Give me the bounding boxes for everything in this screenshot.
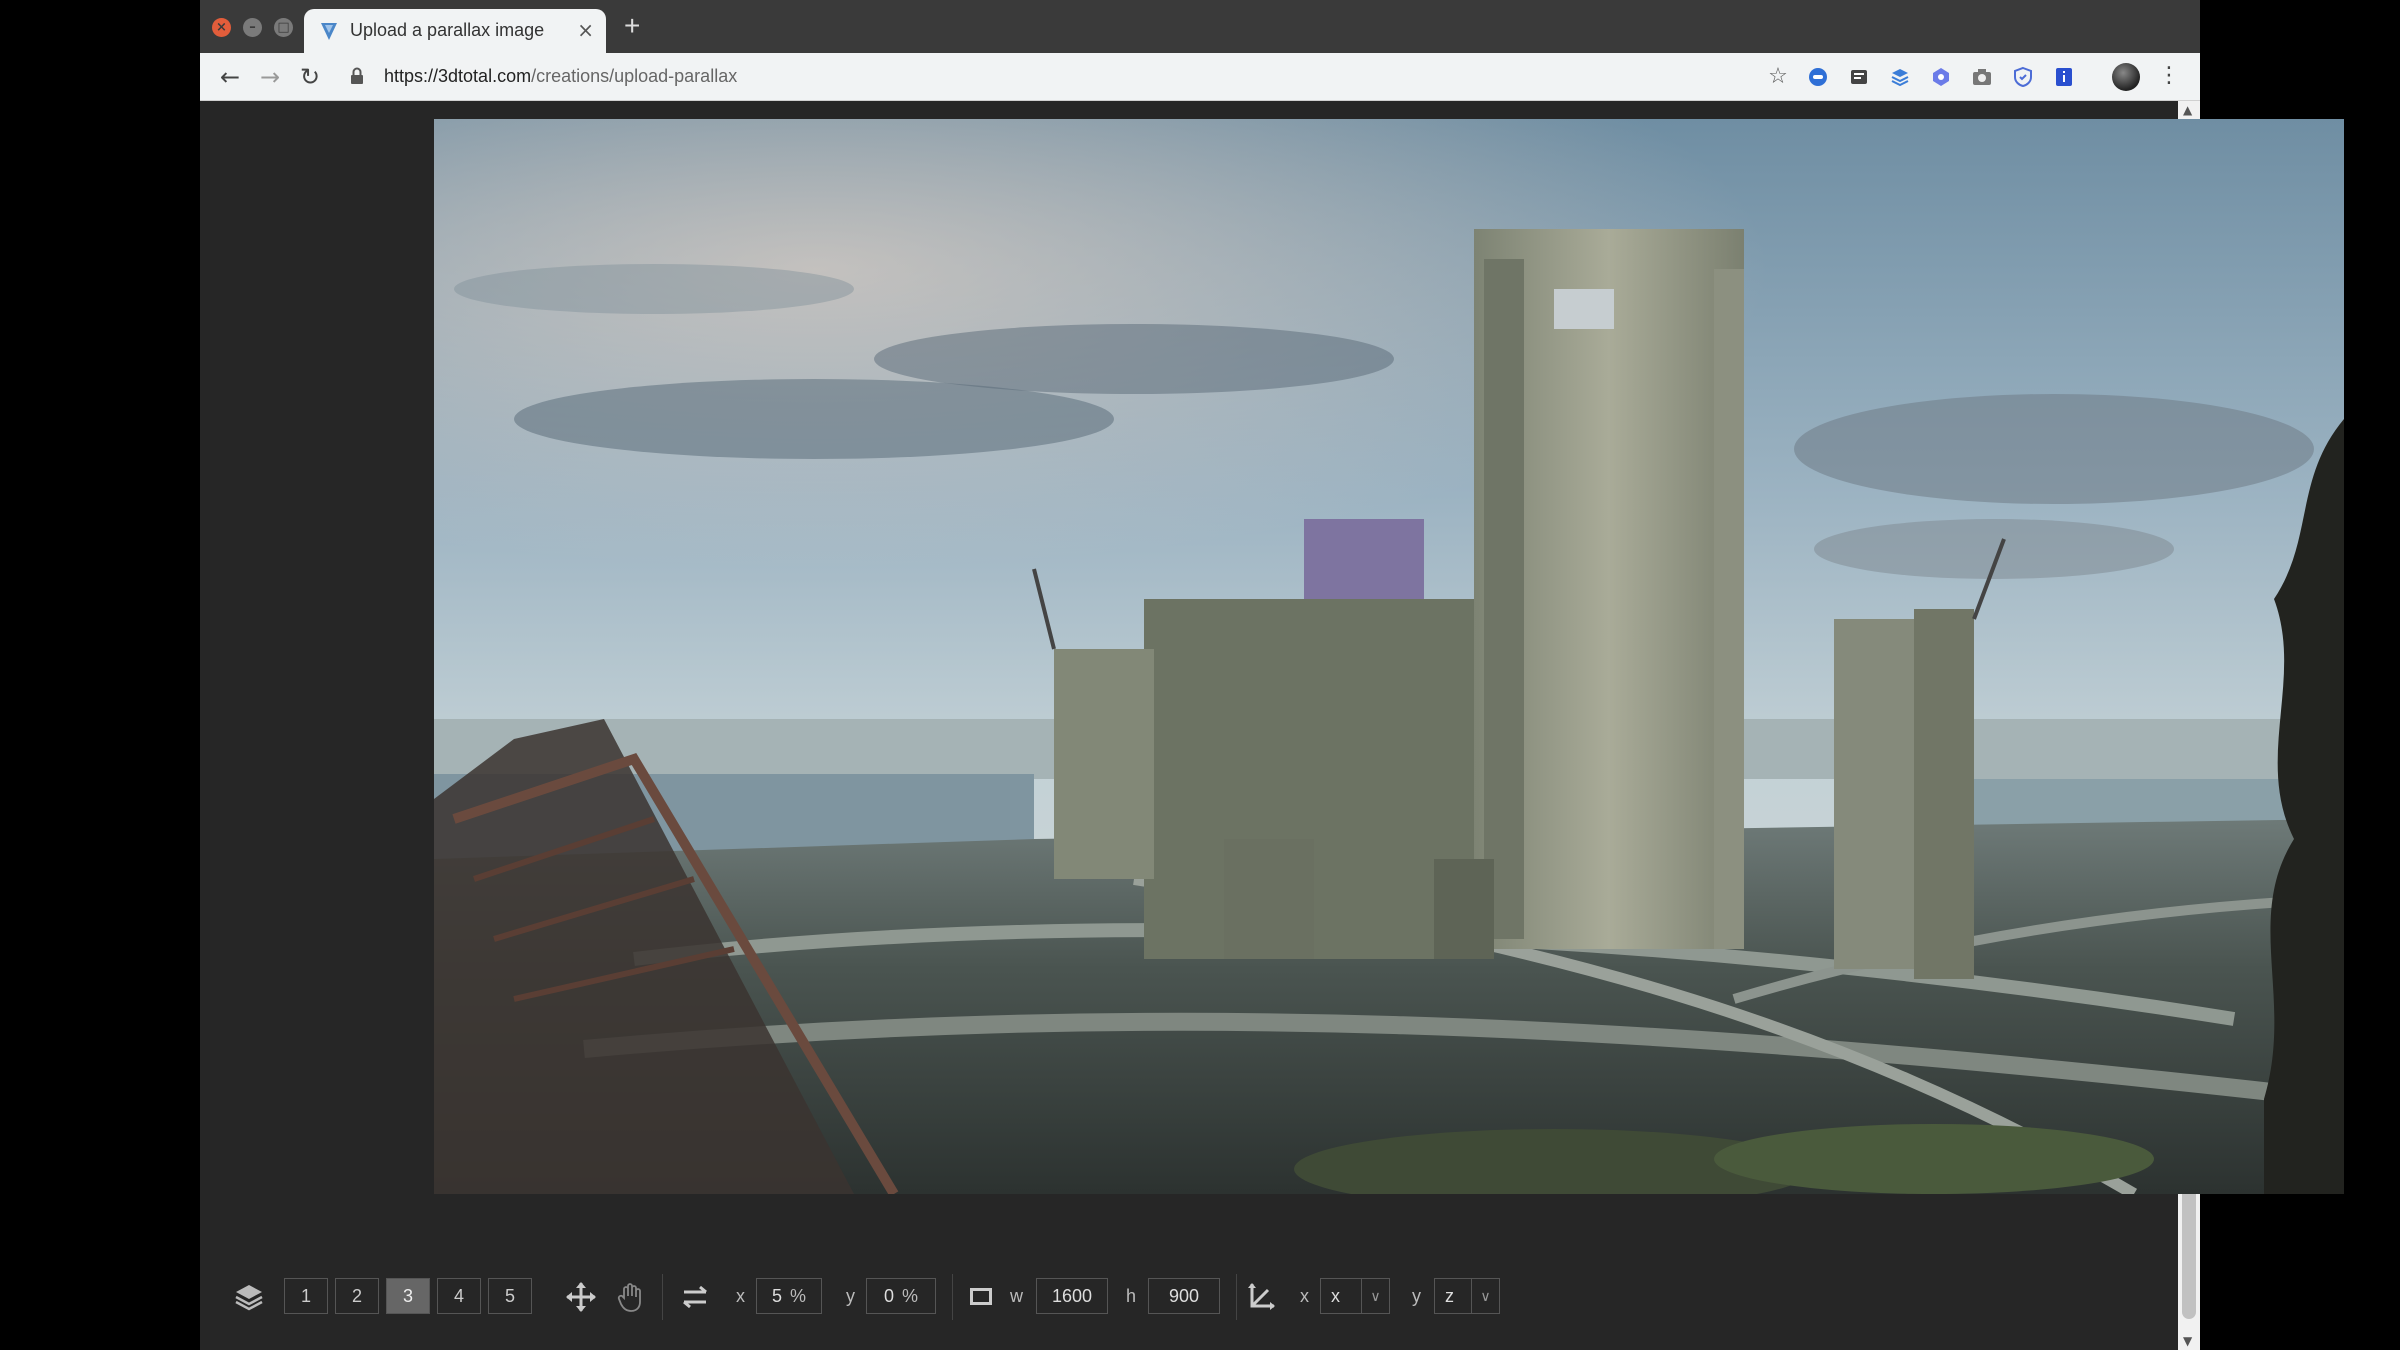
height-label: h <box>1126 1286 1137 1306</box>
back-arrow-icon[interactable]: ← <box>214 61 246 93</box>
chevron-down-icon: ∨ <box>1361 1279 1389 1313</box>
parallax-image-preview[interactable] <box>434 119 2344 1194</box>
layer-button-2[interactable]: 2 <box>335 1278 379 1314</box>
layer-button-4[interactable]: 4 <box>437 1278 481 1314</box>
site-favicon-icon <box>321 23 337 40</box>
chevron-down-icon: ∨ <box>1471 1279 1499 1313</box>
axis-icon <box>1248 1283 1275 1310</box>
axis-y-select[interactable]: z ∨ <box>1434 1278 1500 1314</box>
height-input[interactable]: 900 <box>1148 1278 1220 1314</box>
browser-tab[interactable]: Upload a parallax image × <box>304 9 606 53</box>
width-input[interactable]: 1600 <box>1036 1278 1108 1314</box>
hand-icon[interactable] <box>614 1280 648 1314</box>
width-label: w <box>1010 1286 1023 1306</box>
axis-x-label: x <box>1300 1286 1309 1306</box>
tab-close-icon[interactable]: × <box>577 18 594 42</box>
offset-x-unit: % <box>790 1286 807 1306</box>
scroll-down-arrow-icon[interactable]: ▼ <box>2183 1334 2192 1348</box>
extension-shield-icon[interactable] <box>2011 65 2035 89</box>
reload-icon[interactable]: ↻ <box>294 61 326 93</box>
tab-strip: × – □ Upload a parallax image × + <box>200 0 2200 53</box>
extension-translate-icon[interactable] <box>1847 65 1871 89</box>
offset-y-input[interactable]: 0% <box>866 1278 936 1314</box>
offset-y-value: 0 <box>883 1286 894 1306</box>
extension-camera-icon[interactable] <box>1970 65 1994 89</box>
extension-info-icon[interactable] <box>2052 65 2076 89</box>
extension-layers-icon[interactable] <box>1888 65 1912 89</box>
frame-icon <box>970 1288 992 1305</box>
browser-window: × – □ Upload a parallax image × + ← → ↻ … <box>200 0 2344 1350</box>
parallax-controls: 1 2 3 4 5 x 5% y 0% w 1600 h 900 x x ∨ y… <box>200 1272 2178 1322</box>
axis-x-select[interactable]: x ∨ <box>1320 1278 1390 1314</box>
extension-hex-icon[interactable] <box>1929 65 1953 89</box>
maximize-window-button[interactable]: □ <box>274 18 293 37</box>
bookmark-star-icon[interactable]: ☆ <box>1766 65 1790 89</box>
close-window-button[interactable]: × <box>212 18 231 37</box>
profile-avatar[interactable] <box>2112 63 2140 91</box>
offset-y-label: y <box>846 1286 855 1306</box>
tab-title: Upload a parallax image <box>350 20 545 40</box>
layers-icon <box>235 1285 263 1311</box>
layer-button-3[interactable]: 3 <box>386 1278 430 1314</box>
lock-icon <box>351 67 363 84</box>
axis-x-value: x <box>1331 1286 1340 1306</box>
separator <box>1236 1274 1237 1320</box>
offset-x-input[interactable]: 5% <box>756 1278 822 1314</box>
separator <box>662 1274 663 1320</box>
axis-y-label: y <box>1412 1286 1421 1306</box>
browser-toolbar: ← → ↻ https://3dtotal.com/creations/uplo… <box>200 53 2200 101</box>
layer-button-1[interactable]: 1 <box>284 1278 328 1314</box>
forward-arrow-icon[interactable]: → <box>254 61 286 93</box>
address-bar[interactable]: https://3dtotal.com/creations/upload-par… <box>384 66 737 87</box>
new-tab-button[interactable]: + <box>624 10 640 42</box>
scroll-up-arrow-icon[interactable]: ▲ <box>2183 103 2192 117</box>
minimize-window-button[interactable]: – <box>243 18 262 37</box>
layer-button-5[interactable]: 5 <box>488 1278 532 1314</box>
offset-x-value: 5 <box>771 1286 782 1306</box>
offset-y-unit: % <box>902 1286 919 1306</box>
url-host: https://3dtotal.com <box>384 66 532 86</box>
axis-y-value: z <box>1445 1286 1454 1306</box>
offset-x-label: x <box>736 1286 745 1306</box>
move-icon[interactable] <box>564 1280 598 1314</box>
browser-menu-icon[interactable]: ⋮ <box>2158 63 2180 88</box>
swap-icon[interactable] <box>678 1280 712 1314</box>
city-scene-image <box>434 119 2344 1194</box>
separator <box>952 1274 953 1320</box>
url-path: /creations/upload-parallax <box>531 66 738 86</box>
extension-chat-icon[interactable] <box>1806 65 1830 89</box>
